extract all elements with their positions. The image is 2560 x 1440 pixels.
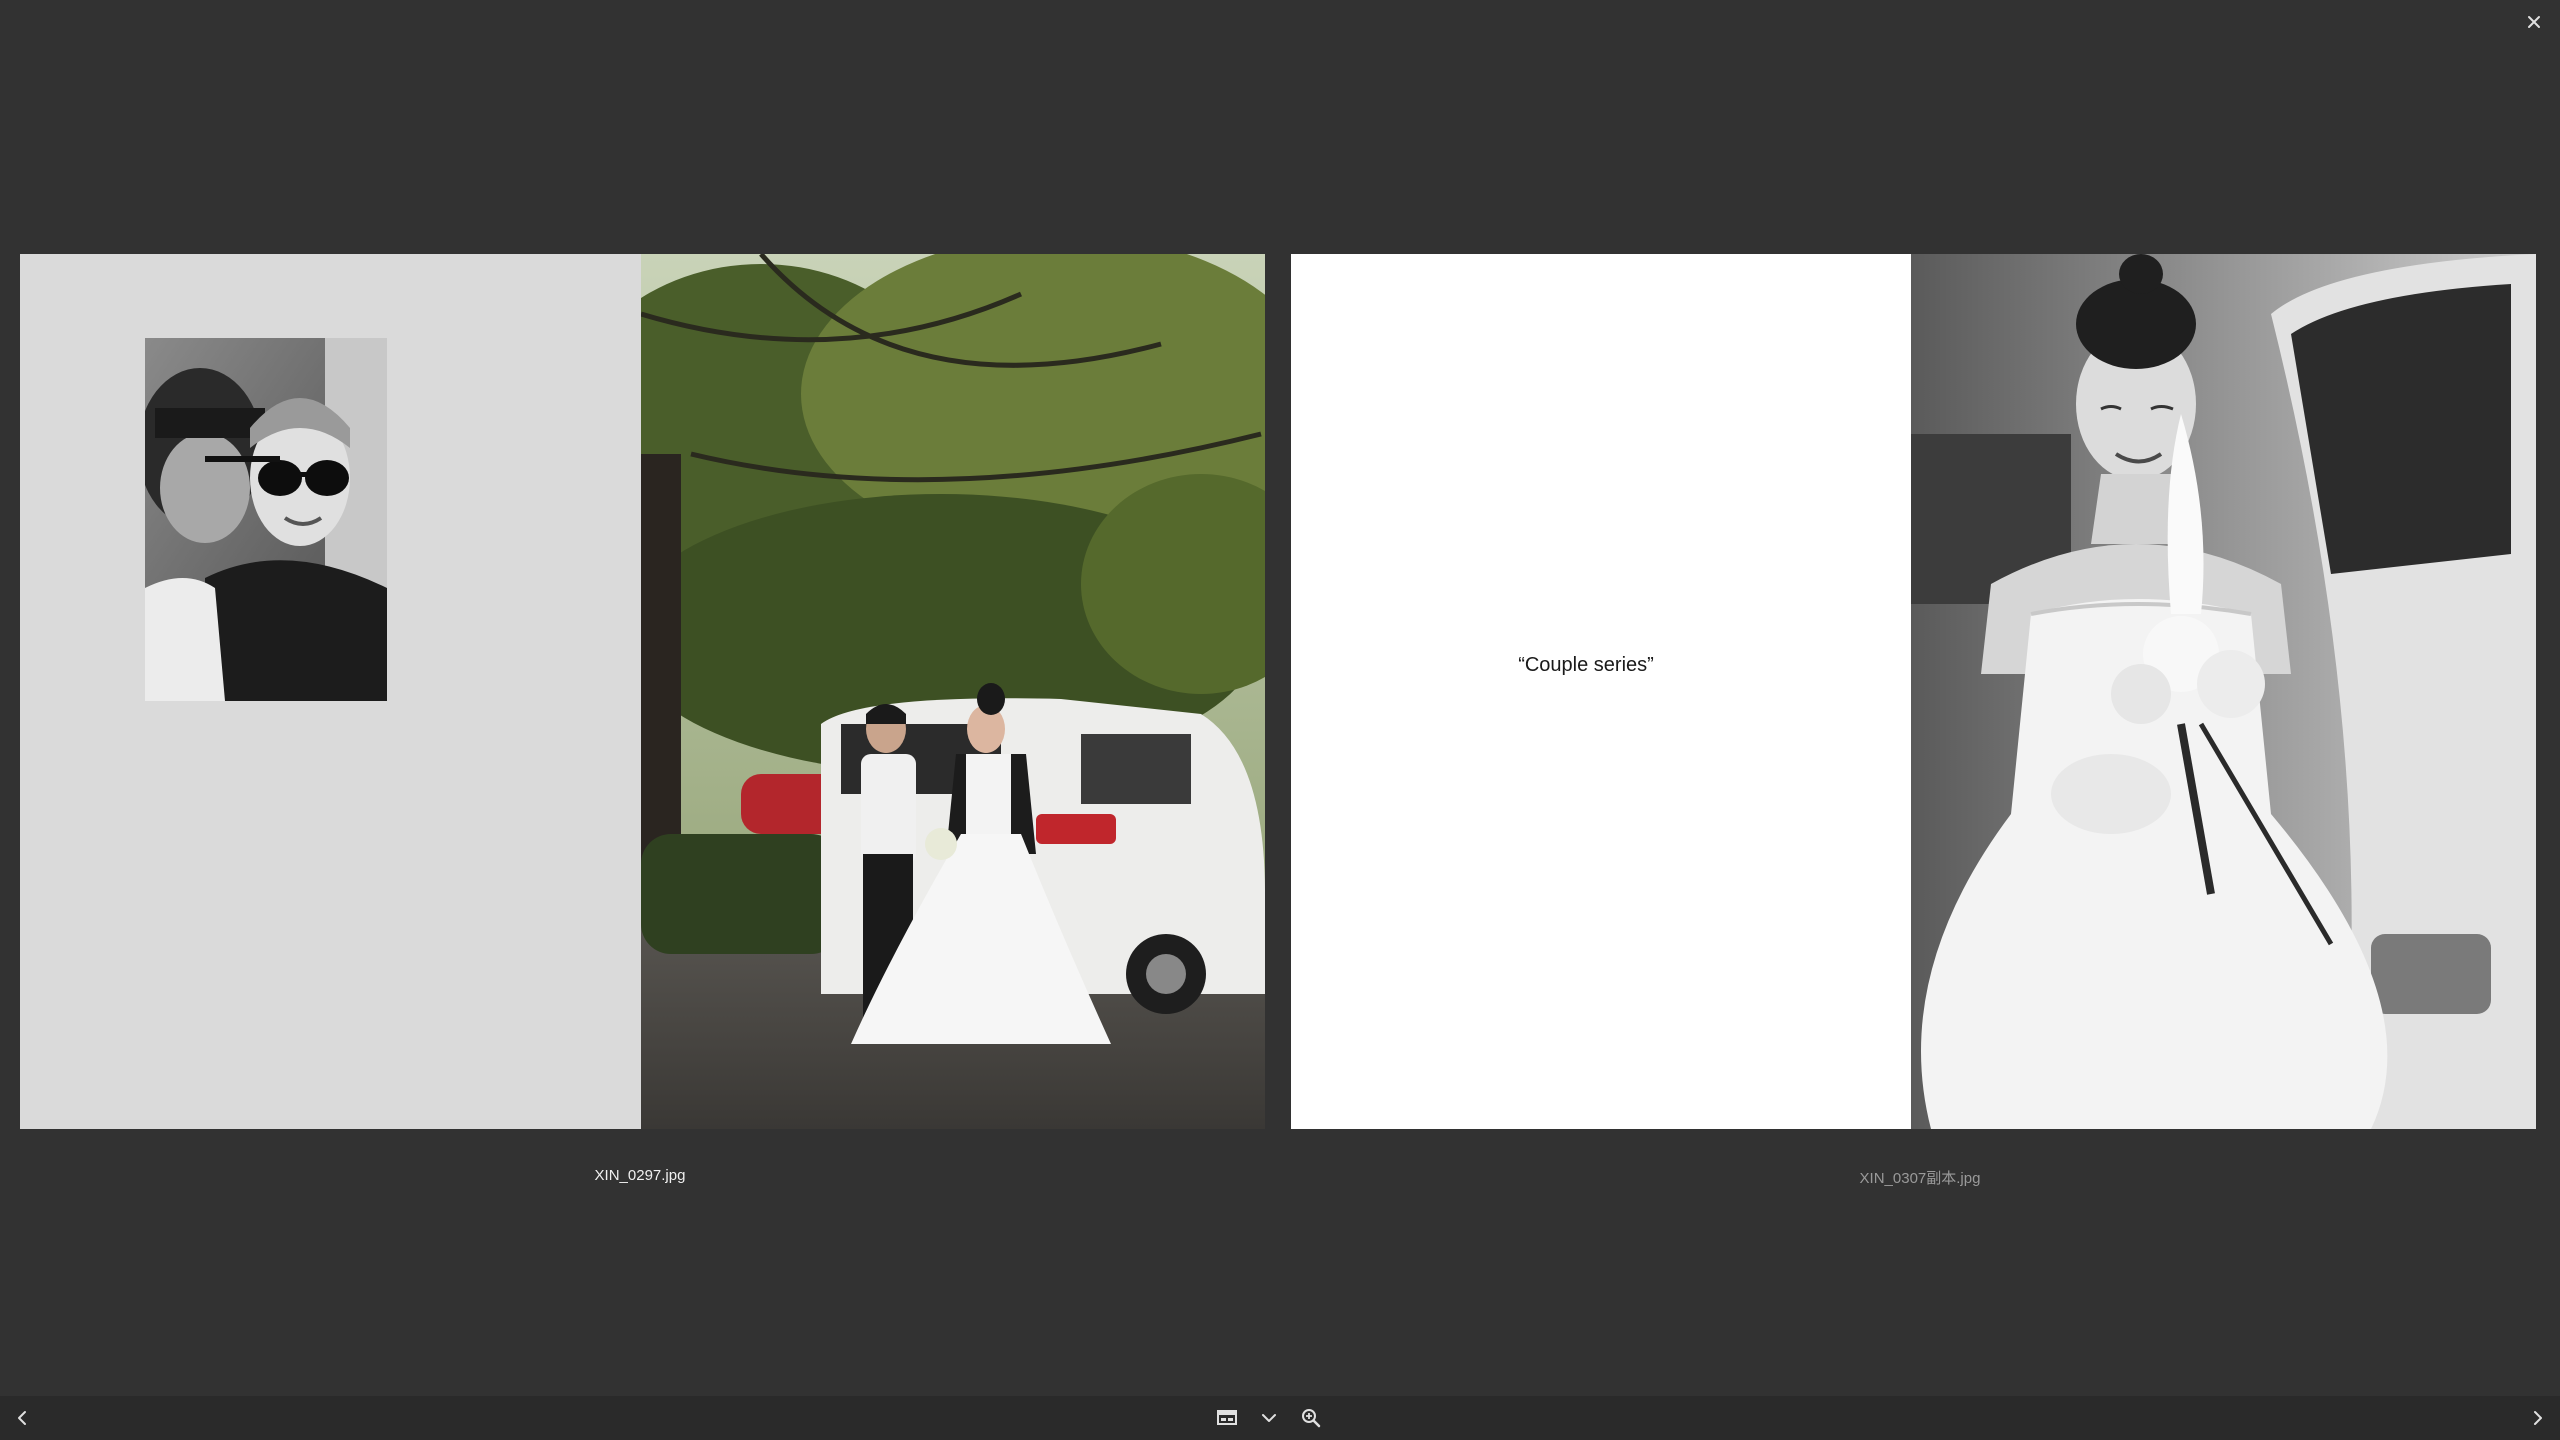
image-viewer: “Couple series” XIN_0297.jpg XIN_0307副本.… <box>0 0 2560 1440</box>
page-quote: “Couple series” <box>1518 654 1654 676</box>
zoom-in-icon <box>1302 1409 1321 1428</box>
close-button[interactable] <box>2520 8 2548 36</box>
bottom-toolbar <box>0 1396 2560 1440</box>
next-button[interactable] <box>2522 1402 2554 1434</box>
previous-button[interactable] <box>6 1402 38 1434</box>
color-photo-couple-by-van <box>641 254 1265 1129</box>
spread-1[interactable] <box>20 254 1265 1129</box>
toolbar-tools <box>1210 1402 1328 1434</box>
white-text-page: “Couple series” <box>1291 254 1911 1129</box>
gallery-button[interactable] <box>1210 1402 1244 1434</box>
chevron-down-icon <box>1262 1414 1276 1422</box>
zoom-in-button[interactable] <box>1294 1402 1328 1434</box>
chevron-left-icon <box>18 1411 26 1425</box>
more-options-button[interactable] <box>1252 1402 1286 1434</box>
gray-page <box>20 254 641 1129</box>
close-icon <box>2528 16 2540 28</box>
spread-1-caption: XIN_0297.jpg <box>594 1167 686 1184</box>
bw-photo-bride-bouquet <box>1911 254 2536 1129</box>
gallery-icon <box>1217 1410 1237 1425</box>
spread-2[interactable]: “Couple series” <box>1291 254 2536 1129</box>
inset-photo-couple-sunglasses <box>145 338 387 701</box>
spread-2-caption: XIN_0307副本.jpg <box>1859 1170 1981 1187</box>
chevron-right-icon <box>2534 1411 2542 1425</box>
